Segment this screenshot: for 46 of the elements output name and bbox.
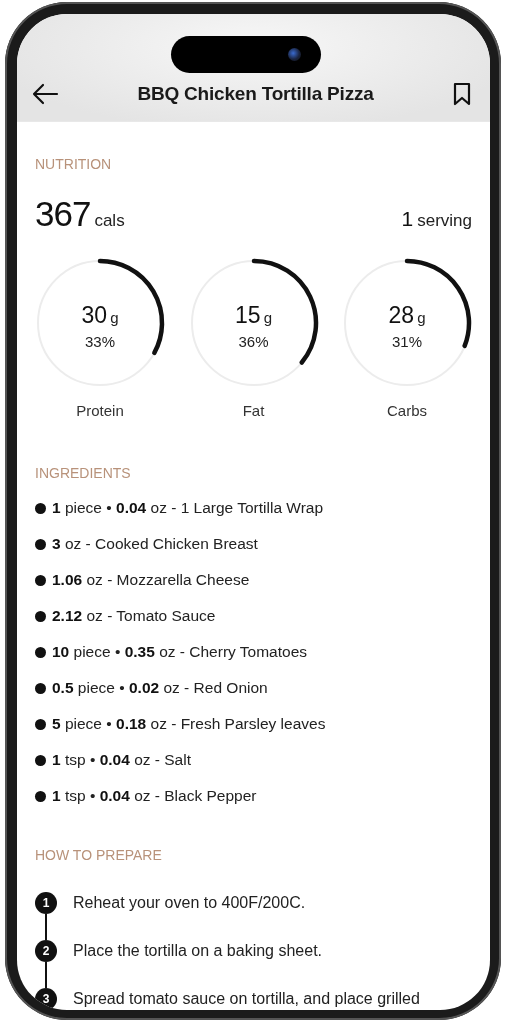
bookmark-icon [452, 82, 472, 106]
ingredient-text: 1 piece • 0.04 oz - 1 Large Tortilla Wrap [52, 499, 324, 517]
bullet-icon [35, 574, 46, 586]
macro-amount: 15 [235, 302, 261, 329]
macro-amount: 28 [388, 302, 415, 329]
macro-label: Fat [242, 402, 265, 419]
ingredient-text: 3 oz - Cooked Chicken Breast [52, 535, 258, 553]
calorie-unit: cals [94, 211, 125, 231]
macro-percent: 36% [238, 333, 269, 350]
bullet-icon [35, 538, 46, 550]
ingredient-text: 1 tsp • 0.04 oz - Black Pepper [52, 787, 257, 805]
bullet-icon [35, 646, 46, 658]
ingredient-text: 1.06 oz - Mozzarella Cheese [52, 571, 250, 589]
serving-count: 1 [401, 207, 414, 231]
step-text: Spread tomato sauce on tortilla, and place grilled [73, 990, 420, 1008]
ingredient-text: 10 piece • 0.35 oz - Cherry Tomatoes [52, 643, 307, 661]
bullet-icon [35, 502, 46, 514]
macro-percent: 33% [85, 333, 115, 350]
serving-unit: serving [417, 211, 472, 231]
bullet-icon [35, 682, 46, 694]
step-text: Place the tortilla on a baking sheet. [73, 942, 323, 960]
section-heading: NUTRITION [35, 156, 113, 172]
macro-label: Carbs [387, 402, 427, 419]
ingredient-text: 0.5 piece • 0.02 oz - Red Onion [52, 679, 268, 697]
macro-unit: g [263, 309, 272, 326]
bullet-icon [35, 718, 46, 730]
ingredient-text: 2.12 oz - Tomato Sauce [52, 607, 216, 625]
step-number: 3 [35, 988, 57, 1010]
macro-amount: 30 [81, 302, 108, 329]
macro-label: Protein [76, 402, 124, 419]
macro-unit: g [417, 309, 426, 326]
step-number: 1 [35, 892, 57, 914]
section-heading: HOW TO PREPARE [35, 847, 163, 863]
step-text: Reheat your oven to 400F/200C. [73, 894, 306, 912]
step-number: 2 [35, 940, 57, 962]
bullet-icon [35, 790, 46, 802]
macro-unit: g [110, 309, 119, 326]
bullet-icon [35, 610, 46, 622]
ingredient-text: 1 tsp • 0.04 oz - Salt [52, 751, 191, 769]
macro-percent: 31% [392, 333, 422, 350]
bullet-icon [35, 754, 46, 766]
back-arrow-icon [31, 83, 59, 105]
calorie-count: 367 [35, 194, 91, 234]
section-heading: INGREDIENTS [35, 465, 132, 481]
screen-title: BBQ Chicken Tortilla Pizza [137, 83, 374, 105]
ingredient-text: 5 piece • 0.18 oz - Fresh Parsley leaves [52, 715, 326, 733]
